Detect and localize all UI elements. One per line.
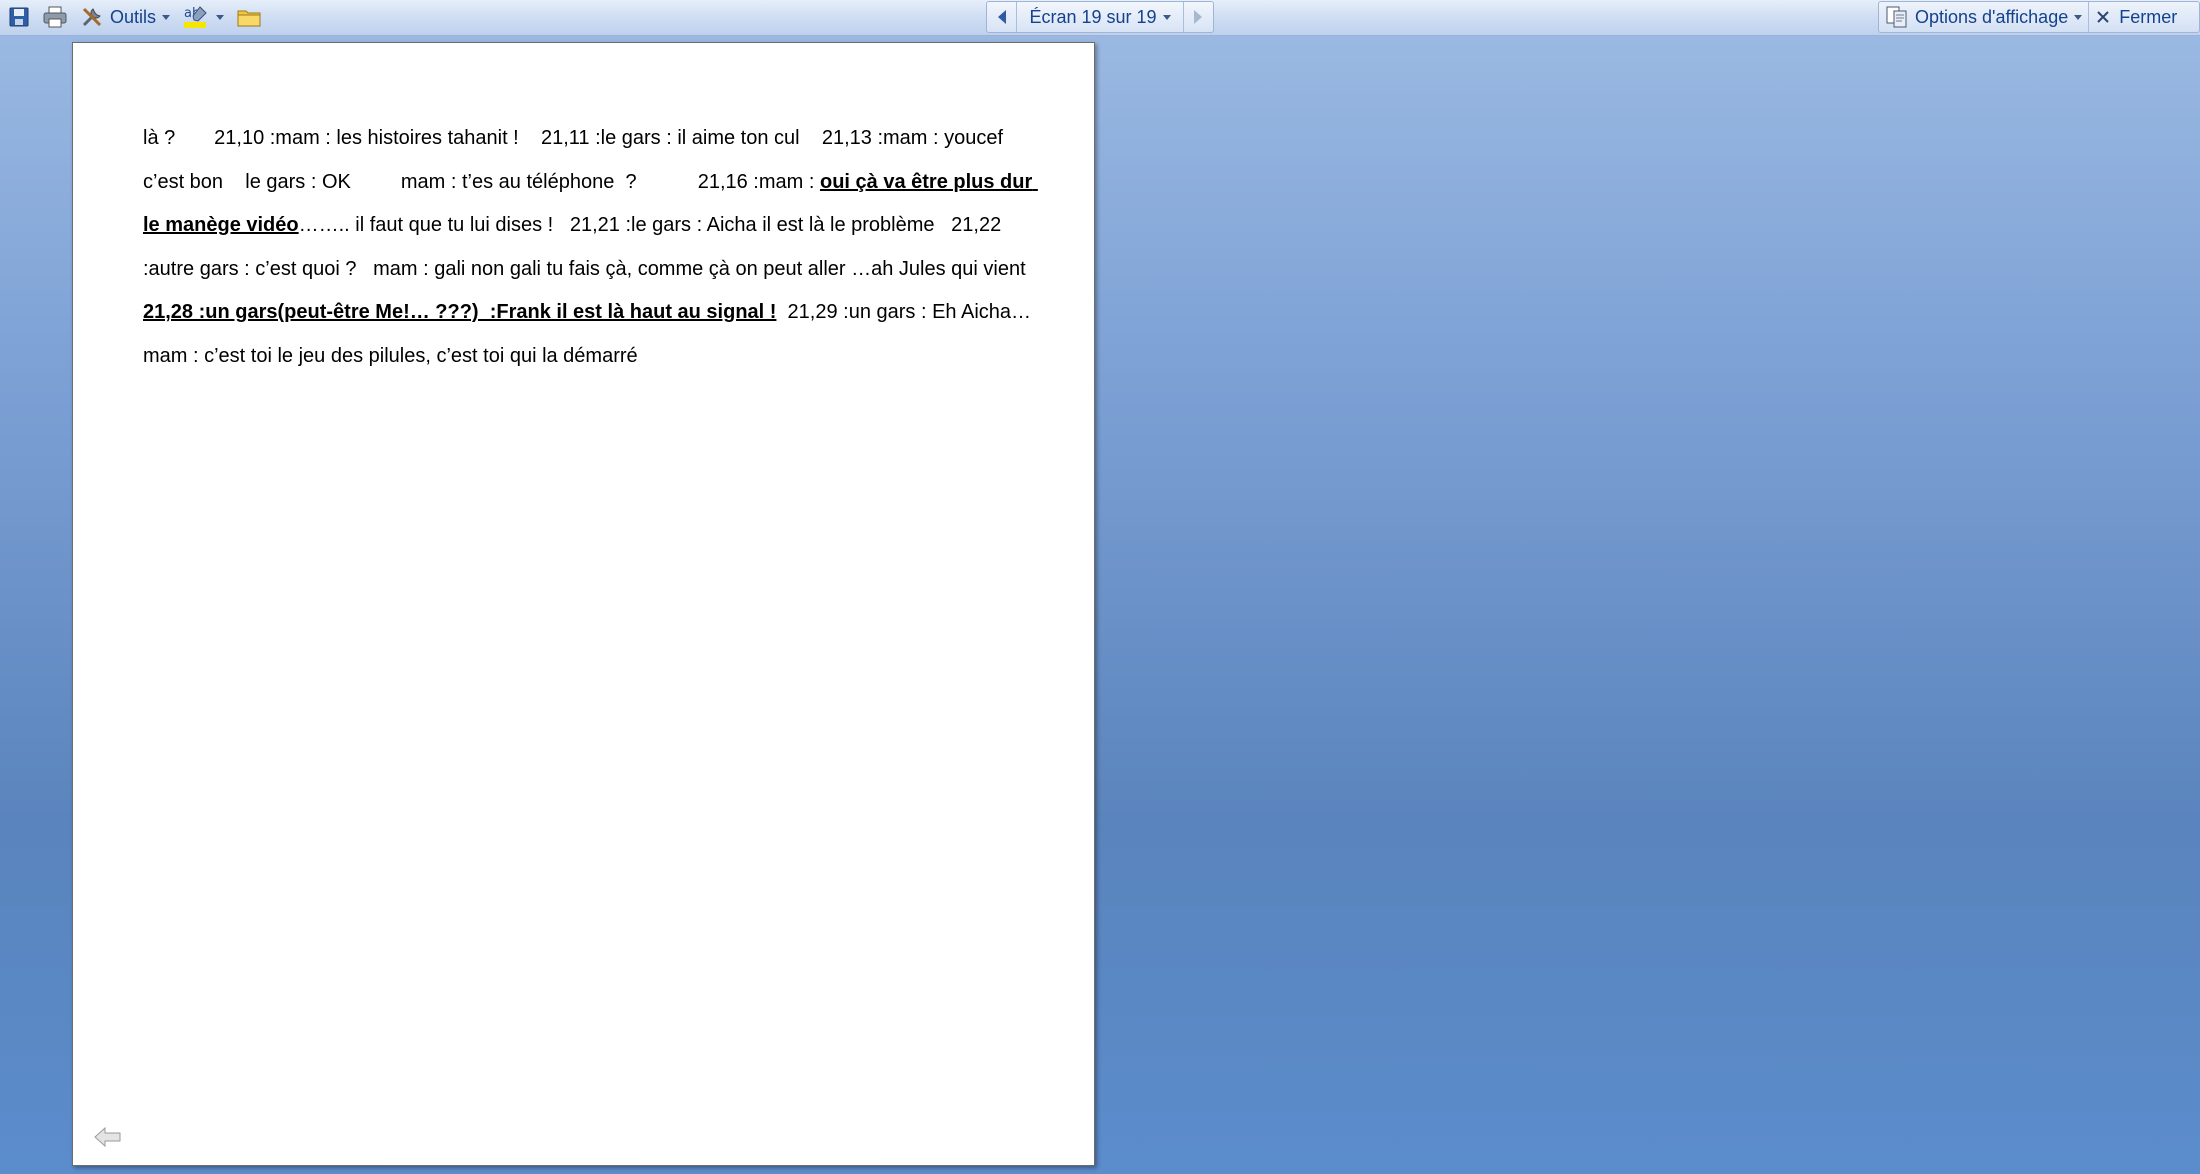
previous-screen-icon[interactable] — [995, 8, 1009, 26]
divider — [1015, 2, 1017, 32]
print-button[interactable] — [36, 1, 74, 33]
screen-navigator: Écran 19 sur 19 — [986, 1, 1214, 33]
chevron-down-icon — [216, 14, 225, 20]
chevron-down-icon — [162, 14, 171, 20]
tools-label: Outils — [110, 6, 157, 27]
chevron-down-icon — [1162, 14, 1171, 20]
comments-button[interactable] — [230, 1, 268, 33]
view-options-icon — [1886, 6, 1907, 28]
toolbar-right-group: Options d'affichage Fermer — [1878, 1, 2200, 33]
highlighter-icon: ab — [184, 6, 207, 28]
folder-icon — [237, 10, 261, 27]
back-arrow-icon[interactable] — [93, 1125, 123, 1149]
view-options-label: Options d'affichage — [1915, 6, 2069, 27]
next-screen-icon[interactable] — [1191, 8, 1205, 26]
toolbar-left-group: Outils ab — [2, 1, 268, 33]
reading-toolbar: Outils ab Écran 19 sur 19 Options d'affi… — [0, 0, 2200, 36]
tools-icon — [82, 7, 102, 27]
screen-indicator[interactable]: Écran 19 sur 19 — [1023, 1, 1176, 33]
emphasized-text-segment: 21,28 :un gars(peut-être Me!… ???) :Fran… — [143, 301, 777, 323]
close-button[interactable]: Fermer — [2089, 1, 2183, 33]
close-icon — [2097, 11, 2109, 23]
document-text: là ? 21,10 :mam : les histoires tahanit … — [143, 117, 1033, 378]
document-page: là ? 21,10 :mam : les histoires tahanit … — [72, 42, 1095, 1166]
screen-indicator-label: Écran 19 sur 19 — [1029, 6, 1157, 27]
divider — [1183, 2, 1185, 32]
chevron-down-icon — [2074, 14, 2083, 20]
highlight-button[interactable]: ab — [176, 1, 230, 33]
save-icon — [9, 7, 29, 27]
close-label: Fermer — [2119, 6, 2178, 27]
printer-icon — [43, 6, 67, 28]
tools-menu-button[interactable]: Outils — [74, 1, 176, 33]
view-options-button[interactable]: Options d'affichage — [1879, 1, 2088, 33]
save-button[interactable] — [2, 1, 36, 33]
